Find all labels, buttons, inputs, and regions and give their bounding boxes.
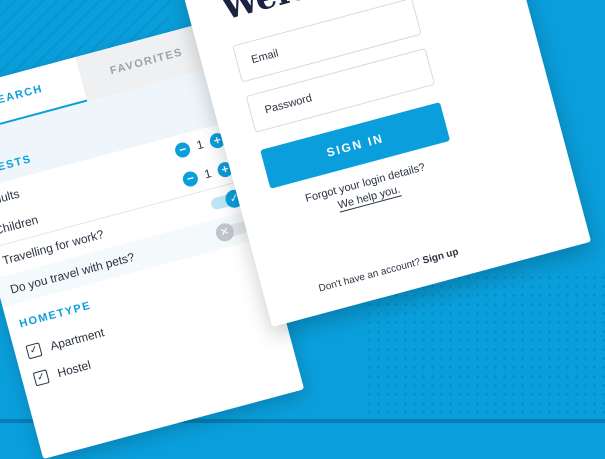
- children-label: Children: [0, 212, 40, 238]
- children-count: 1: [202, 166, 213, 182]
- children-decrement-button[interactable]: −: [181, 169, 200, 188]
- email-placeholder: Email: [250, 47, 280, 67]
- apartment-checkbox[interactable]: ✓: [25, 342, 43, 360]
- close-icon: ✕: [213, 221, 236, 244]
- sign-up-link[interactable]: Sign up: [421, 247, 459, 267]
- background-dots: [365, 273, 605, 423]
- adults-decrement-button[interactable]: −: [173, 140, 192, 159]
- password-placeholder: Password: [263, 92, 314, 117]
- adults-label: Adults: [0, 186, 21, 209]
- adults-count: 1: [194, 137, 206, 153]
- hostel-checkbox[interactable]: ✓: [32, 369, 50, 387]
- no-account-text: Don't have an account?: [317, 256, 422, 295]
- hostel-label: Hostel: [55, 357, 93, 381]
